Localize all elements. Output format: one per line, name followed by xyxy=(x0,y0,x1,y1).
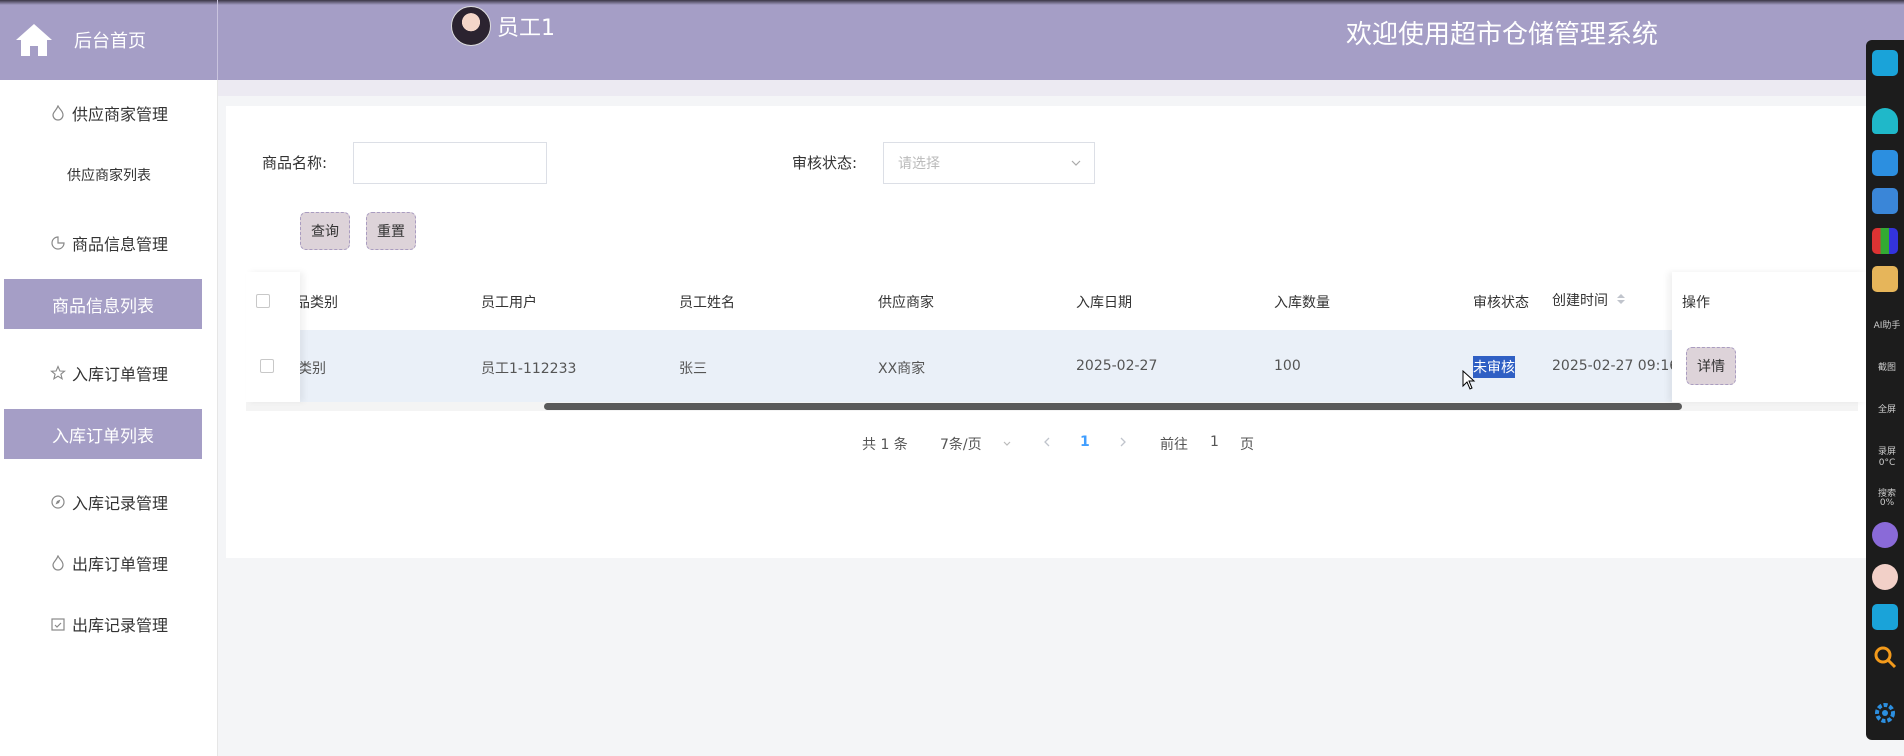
select-placeholder: 请选择 xyxy=(898,156,940,172)
user-profile[interactable]: 员工1 xyxy=(451,6,555,46)
mail-icon[interactable] xyxy=(1872,266,1898,292)
star-icon xyxy=(50,365,66,381)
cell-status: 未审核 xyxy=(1473,356,1515,378)
cell-created: 2025-02-27 09:16: xyxy=(1552,358,1672,374)
prev-page-icon[interactable] xyxy=(1042,436,1052,448)
menu-inbound-record-management[interactable]: 入库记录管理 xyxy=(0,477,218,527)
sub-label: 商品信息列表 xyxy=(52,296,154,317)
toolbar-text: AI助手 xyxy=(1873,321,1901,331)
th-qty: 入库数量 xyxy=(1274,295,1330,311)
cell-supplier: XX商家 xyxy=(878,361,926,377)
page-unit: 页 xyxy=(1240,437,1254,453)
toolbar-text: 0% xyxy=(1879,498,1895,508)
cell-qty: 100 xyxy=(1274,358,1301,374)
eye-monitor-icon[interactable] xyxy=(1872,604,1898,630)
th-date: 入库日期 xyxy=(1076,295,1132,311)
menu-inbound-order-management[interactable]: 入库订单管理 xyxy=(0,348,218,398)
toolbar-text: 截图 xyxy=(1877,363,1896,373)
sub-inbound-order-list[interactable]: 入库订单列表 xyxy=(4,409,202,459)
fixed-select-column xyxy=(246,272,300,402)
gear-icon[interactable] xyxy=(1872,700,1898,726)
chevron-down-icon xyxy=(1003,441,1011,446)
horizontal-scrollbar[interactable] xyxy=(544,403,1682,410)
notes-icon[interactable] xyxy=(1872,188,1898,214)
sort-icon[interactable] xyxy=(1616,293,1626,305)
cell-user: 员工1-112233 xyxy=(481,361,577,377)
menu-label: 商品信息管理 xyxy=(71,235,168,254)
menu-label: 入库订单管理 xyxy=(71,365,168,384)
product-name-label: 商品名称: xyxy=(262,154,328,172)
toolbar-text: 录屏 xyxy=(1877,447,1896,457)
desktop-side-toolbar xyxy=(1866,40,1904,740)
hexagon-app-icon[interactable] xyxy=(1872,522,1898,548)
sub-label: 入库订单列表 xyxy=(52,426,154,447)
share-icon[interactable] xyxy=(1872,150,1898,176)
query-button[interactable]: 查询 xyxy=(300,212,350,250)
page-size-select[interactable]: 7条/页 xyxy=(940,434,1012,454)
cell-category: 类别 xyxy=(298,361,326,377)
calendar-check-icon xyxy=(51,618,65,631)
toolbar-text: 0°C xyxy=(1878,458,1896,468)
next-page-icon[interactable] xyxy=(1118,436,1128,448)
person-icon[interactable] xyxy=(1872,108,1898,134)
welcome-title: 欢迎使用超市仓储管理系统 xyxy=(1345,20,1658,50)
flame-icon xyxy=(52,555,64,571)
th-created[interactable]: 创建时间 xyxy=(1552,290,1626,310)
page-size-label: 7条/页 xyxy=(940,437,982,453)
th-supplier: 供应商家 xyxy=(878,295,934,311)
menu-product-management[interactable]: 商品信息管理 xyxy=(0,218,218,268)
sub-label: 供应商家列表 xyxy=(67,168,151,184)
compass-icon xyxy=(51,495,65,509)
sub-supplier-list[interactable]: 供应商家列表 xyxy=(0,150,218,200)
menu-label: 出库记录管理 xyxy=(71,616,168,635)
th-action: 操作 xyxy=(1682,295,1710,311)
menu-outbound-record-management[interactable]: 出库记录管理 xyxy=(0,599,218,649)
pagination-total: 共 1 条 xyxy=(862,437,908,453)
home-label: 后台首页 xyxy=(74,31,146,52)
monitor-icon[interactable] xyxy=(1872,50,1898,76)
home-icon xyxy=(16,24,52,56)
th-name: 员工姓名 xyxy=(679,295,735,311)
cell-name: 张三 xyxy=(679,361,707,377)
th-status: 审核状态 xyxy=(1473,295,1529,311)
search-icon[interactable] xyxy=(1872,644,1898,670)
header-shadow xyxy=(0,0,1904,5)
avatar xyxy=(451,6,491,46)
goto-label: 前往 xyxy=(1160,437,1188,453)
menu-label: 供应商家管理 xyxy=(71,105,168,124)
th-user: 员工用户 xyxy=(481,295,537,311)
reset-button[interactable]: 重置 xyxy=(366,212,416,250)
archive-icon[interactable] xyxy=(1872,228,1898,254)
menu-label: 出库订单管理 xyxy=(71,555,168,574)
th-created-label: 创建时间 xyxy=(1552,293,1608,309)
product-name-input[interactable] xyxy=(353,142,547,184)
top-header: 后台首页 员工1 欢迎使用超市仓储管理系统 xyxy=(0,0,1904,80)
avatar-icon[interactable] xyxy=(1872,564,1898,590)
th-category: 品类别 xyxy=(296,295,338,311)
menu-outbound-order-management[interactable]: 出库订单管理 xyxy=(0,538,218,588)
content-top-strip xyxy=(218,80,1868,96)
sub-product-list[interactable]: 商品信息列表 xyxy=(4,279,202,329)
current-page[interactable]: 1 xyxy=(1080,434,1090,450)
mouse-cursor-icon xyxy=(1462,370,1476,390)
goto-page-input[interactable]: 1 xyxy=(1210,434,1219,450)
flame-icon xyxy=(52,105,64,121)
cell-date: 2025-02-27 xyxy=(1076,358,1158,374)
toolbar-text: 全屏 xyxy=(1877,405,1896,415)
detail-button[interactable]: 详情 xyxy=(1686,347,1736,385)
chevron-down-icon xyxy=(1071,160,1081,166)
menu-supplier-management[interactable]: 供应商家管理 xyxy=(0,88,218,138)
home-link[interactable]: 后台首页 xyxy=(0,0,218,80)
pie-icon xyxy=(51,236,65,250)
menu-label: 入库记录管理 xyxy=(71,494,168,513)
user-name: 员工1 xyxy=(497,16,555,41)
audit-status-select[interactable]: 请选择 xyxy=(883,142,1095,184)
select-all-checkbox[interactable] xyxy=(256,294,270,308)
row-checkbox[interactable] xyxy=(260,359,274,373)
audit-status-label: 审核状态: xyxy=(792,154,858,172)
